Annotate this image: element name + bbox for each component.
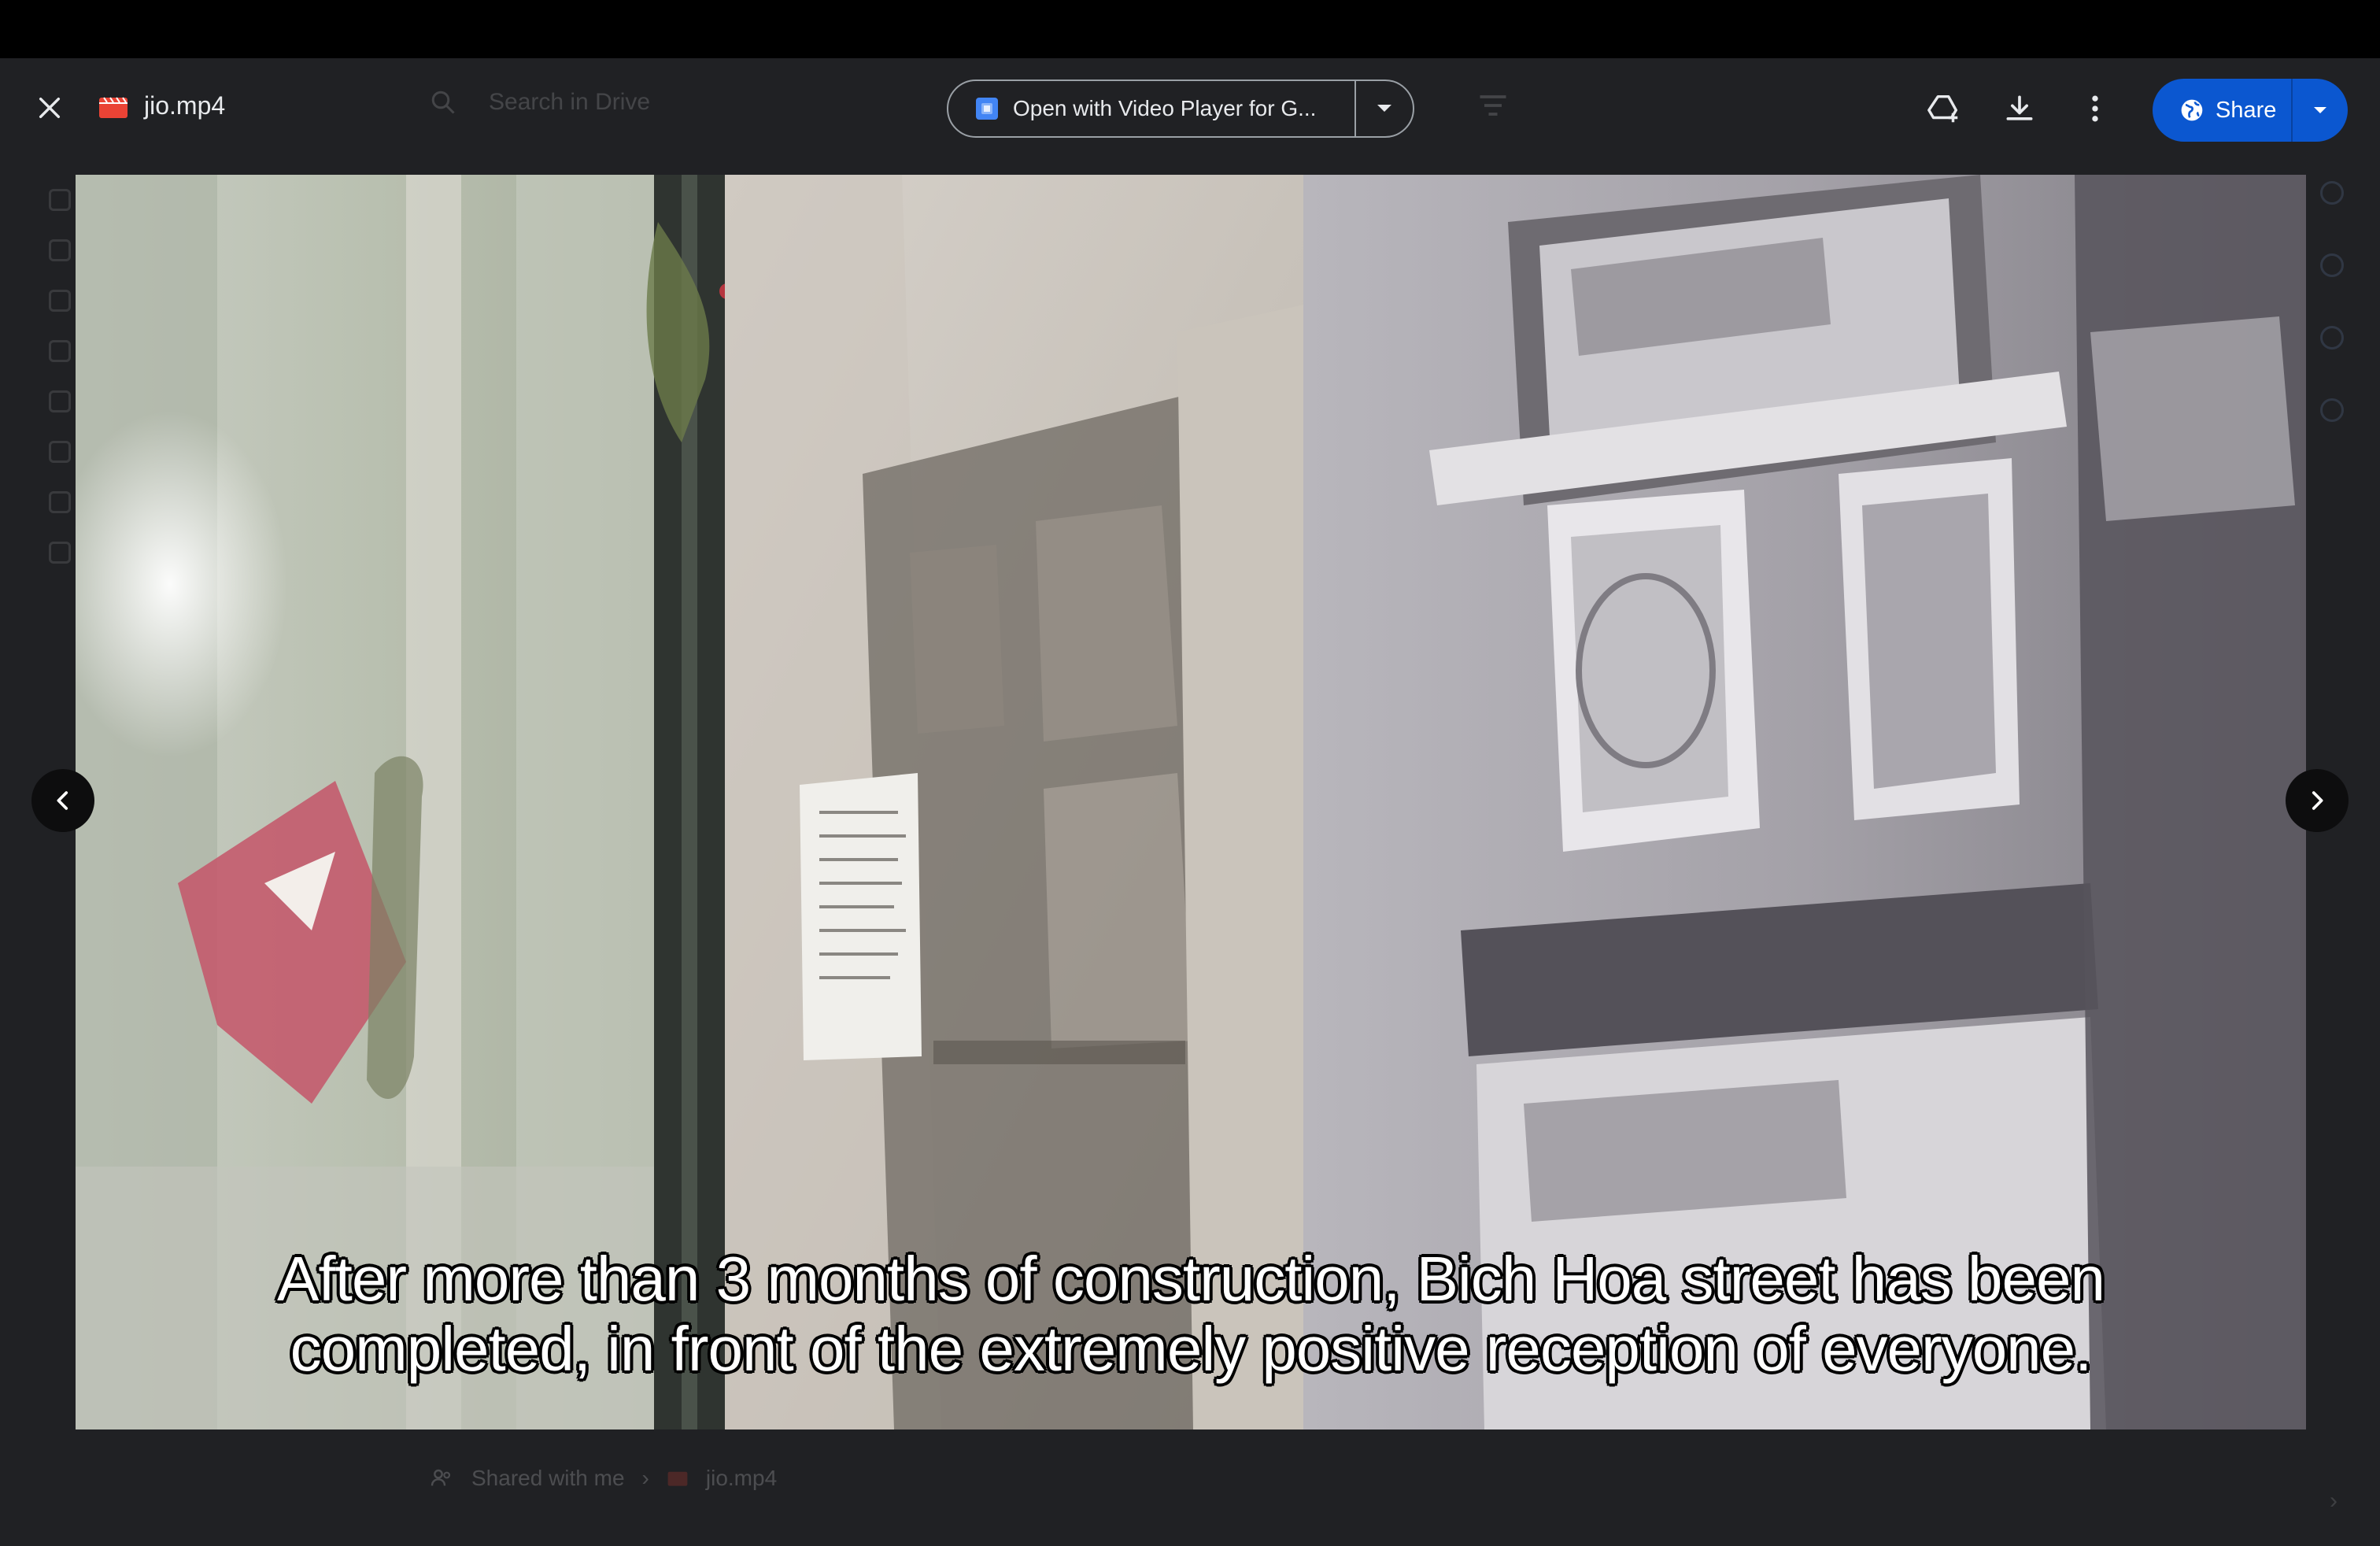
background-search: Search in Drive xyxy=(429,88,650,117)
caret-down-icon xyxy=(1377,105,1391,112)
breadcrumb-separator-icon: › xyxy=(641,1466,649,1490)
download-icon xyxy=(2006,95,2033,120)
close-viewer-button[interactable] xyxy=(30,88,69,128)
next-file-button[interactable] xyxy=(2286,769,2349,832)
video-file-icon xyxy=(99,97,128,118)
share-control: Share xyxy=(2153,79,2348,142)
open-with-button[interactable]: Open with Video Player for G... xyxy=(948,81,1354,136)
search-icon xyxy=(431,91,455,114)
open-with-control: Open with Video Player for G... xyxy=(947,80,1414,138)
share-button[interactable]: Share xyxy=(2153,79,2291,142)
video-player-app-icon xyxy=(976,98,998,120)
share-dropdown-button[interactable] xyxy=(2293,79,2348,142)
chevron-right-icon xyxy=(2312,791,2323,810)
close-icon xyxy=(39,97,61,119)
background-breadcrumb: Shared with me › jio.mp4 xyxy=(429,1466,777,1491)
open-with-label: Open with Video Player for G... xyxy=(1013,96,1317,120)
shared-people-icon xyxy=(431,1469,451,1486)
subtitle-line-1: After more than 3 months of construction… xyxy=(277,1244,2105,1314)
video-player[interactable]: After more than 3 months of construction… xyxy=(76,175,2306,1429)
open-with-dropdown-button[interactable] xyxy=(1356,81,1413,136)
add-to-drive-icon xyxy=(1927,94,1958,123)
breadcrumb-file: jio.mp4 xyxy=(705,1466,778,1490)
background-filter-icon xyxy=(1476,88,1510,127)
caret-down-icon xyxy=(2314,107,2326,113)
subtitle-line-2: completed, in front of the extremely pos… xyxy=(290,1314,2093,1384)
background-chevron-icon: › xyxy=(2330,1488,2338,1514)
chevron-left-icon xyxy=(57,791,68,810)
video-subtitle: After more than 3 months of construction… xyxy=(76,1244,2306,1384)
more-vert-icon xyxy=(2092,95,2098,122)
breadcrumb-shared: Shared with me xyxy=(471,1466,625,1490)
add-to-drive-button[interactable] xyxy=(1922,87,1966,131)
globe-icon xyxy=(2181,99,2203,121)
video-frame xyxy=(76,175,2306,1429)
file-name: jio.mp4 xyxy=(144,91,226,120)
share-label: Share xyxy=(2216,97,2277,123)
more-actions-button[interactable] xyxy=(2073,87,2117,131)
top-black-bar xyxy=(0,0,2380,58)
previous-file-button[interactable] xyxy=(31,769,94,832)
search-placeholder: Search in Drive xyxy=(489,89,651,115)
background-right-panel xyxy=(2320,181,2352,471)
video-file-icon xyxy=(667,1471,688,1486)
download-button[interactable] xyxy=(1998,87,2042,131)
